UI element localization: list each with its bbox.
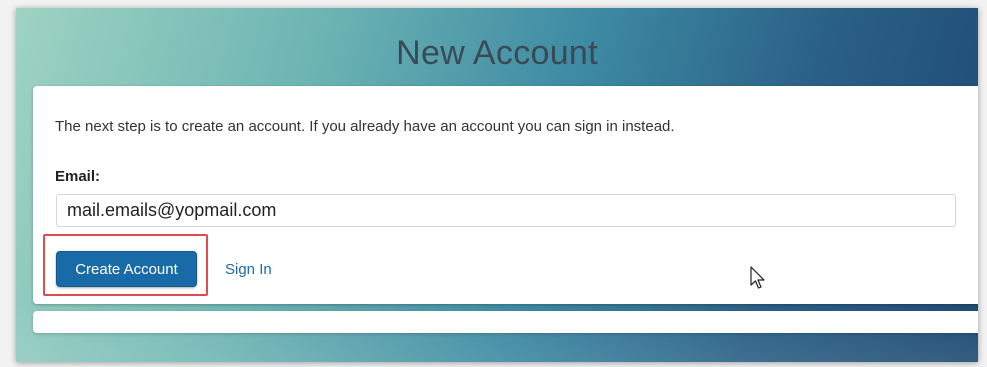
email-field[interactable] — [56, 194, 956, 227]
mouse-pointer-icon — [750, 266, 765, 289]
email-label: Email: — [55, 168, 101, 185]
app-window: New Account The next step is to create a… — [16, 8, 978, 362]
intro-text: The next step is to create an account. I… — [55, 118, 675, 135]
page-title: New Account — [396, 34, 598, 72]
sign-in-link[interactable]: Sign In — [225, 261, 272, 278]
create-account-button[interactable]: Create Account — [56, 251, 197, 287]
secondary-card — [33, 311, 978, 333]
screenshot-frame: New Account The next step is to create a… — [0, 0, 987, 367]
